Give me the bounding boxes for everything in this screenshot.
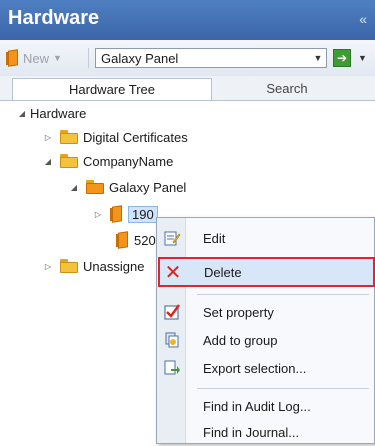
menu-item-delete[interactable]: ✕ Delete <box>158 257 375 287</box>
new-button[interactable]: New ▼ <box>6 48 62 68</box>
new-button-label: New <box>23 50 50 66</box>
menu-separator <box>197 294 369 295</box>
menu-item-find-audit-log[interactable]: Find in Audit Log... <box>159 392 374 420</box>
menu-item-label: Find in Audit Log... <box>203 398 311 414</box>
tab-hardware-tree[interactable]: Hardware Tree <box>12 78 212 100</box>
export-icon <box>159 359 185 377</box>
panel-title: Hardware <box>8 7 100 29</box>
tree-item-label: Galaxy Panel <box>109 179 187 195</box>
tab-search[interactable]: Search <box>212 78 362 100</box>
collapse-icon[interactable]: « <box>359 11 367 27</box>
menu-item-label: Edit <box>203 230 226 246</box>
expand-arrow-icon[interactable]: ▷ <box>42 133 54 142</box>
chevron-down-icon[interactable]: ▼ <box>358 53 367 63</box>
panel-icon <box>116 231 129 249</box>
menu-item-label: Set property <box>203 304 274 320</box>
toolbar: New ▼ Galaxy Panel ▼ ➔ ▼ <box>0 40 375 77</box>
menu-item-export-selection[interactable]: Export selection... <box>159 354 374 382</box>
panel-icon <box>6 49 19 67</box>
folder-icon <box>60 154 78 168</box>
hardware-panel: Hardware « New ▼ Galaxy Panel ▼ ➔ ▼ Hard… <box>0 0 375 444</box>
edit-icon <box>159 229 185 247</box>
tree-item-galaxy-panel[interactable]: ◢ Galaxy Panel <box>68 176 186 198</box>
tree-item-unassigned[interactable]: ▷ Unassigne <box>42 255 145 277</box>
collapse-arrow-icon[interactable]: ◢ <box>68 183 80 192</box>
tree-item-label: Hardware <box>30 105 87 121</box>
go-button[interactable]: ➔ <box>333 49 351 67</box>
expand-arrow-icon[interactable]: ▷ <box>92 210 104 219</box>
menu-item-label: Export selection... <box>203 360 307 376</box>
chevron-down-icon[interactable]: ▼ <box>310 53 326 63</box>
tree-item-label: Unassigne <box>83 258 145 274</box>
tree-item-company-name[interactable]: ◢ CompanyName <box>42 150 173 172</box>
checkbox-checked-icon <box>159 303 185 321</box>
chevron-down-icon[interactable]: ▼ <box>53 53 62 63</box>
panel-icon <box>110 205 123 223</box>
toolbar-separator <box>88 48 89 68</box>
tree-item-190[interactable]: ▷ 190 <box>92 203 158 225</box>
folder-icon <box>60 130 78 144</box>
tree-item-digital-certificates[interactable]: ▷ Digital Certificates <box>42 126 188 148</box>
panel-title-bar: Hardware « <box>0 0 375 40</box>
menu-item-edit[interactable]: Edit <box>159 224 374 252</box>
collapse-arrow-icon[interactable]: ◢ <box>16 109 28 118</box>
group-icon <box>159 331 185 349</box>
menu-item-set-property[interactable]: Set property <box>159 298 374 326</box>
collapse-arrow-icon[interactable]: ◢ <box>42 157 54 166</box>
menu-item-add-to-group[interactable]: Add to group <box>159 326 374 354</box>
delete-icon: ✕ <box>164 260 182 284</box>
tree-item-520[interactable]: 520 <box>104 229 156 251</box>
menu-item-label: Find in Journal... <box>203 424 300 440</box>
tree-item-label: Digital Certificates <box>83 129 188 145</box>
tree-item-label: 190 <box>128 205 158 223</box>
expand-arrow-icon[interactable]: ▷ <box>42 262 54 271</box>
panel-type-value: Galaxy Panel <box>101 50 179 66</box>
tab-bar: Hardware Tree Search <box>0 76 375 101</box>
tree-item-label: CompanyName <box>83 153 174 169</box>
tree-item-label: 520 <box>134 232 156 248</box>
panel-type-select[interactable]: Galaxy Panel ▼ <box>95 48 327 68</box>
context-menu: Edit ✕ Delete Set property Add to group … <box>156 217 375 444</box>
menu-item-label: Add to group <box>203 332 278 348</box>
folder-icon <box>60 259 78 273</box>
tree-item-hardware[interactable]: ◢ Hardware <box>16 102 86 124</box>
menu-separator <box>197 388 369 389</box>
folder-panel-icon <box>86 180 104 194</box>
menu-item-find-journal[interactable]: Find in Journal... <box>159 418 374 446</box>
menu-item-label: Delete <box>204 264 242 280</box>
